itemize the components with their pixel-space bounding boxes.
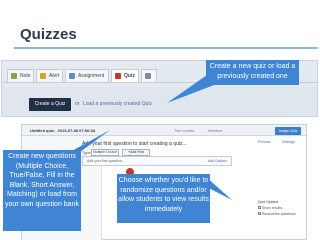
add-question-prompt: Add your first question to start creatin… bbox=[82, 141, 187, 147]
callout-settings: Choose whether you'd like to randomize q… bbox=[117, 174, 210, 223]
callout-create-load: Create a new quiz or load a previously c… bbox=[206, 60, 299, 85]
more-icon bbox=[145, 73, 151, 79]
tab-assignment-label: Assignment bbox=[78, 73, 105, 79]
assignment-icon bbox=[69, 73, 75, 79]
quiz-options-title: Quiz Options bbox=[258, 200, 279, 204]
quiz-settings-pane: Preview Settings Quiz Options Show resul… bbox=[252, 136, 307, 240]
tab-alert[interactable]: Alert bbox=[36, 69, 63, 83]
load-previous-quiz-link[interactable]: Load a previously created Quiz bbox=[83, 101, 152, 107]
assign-quiz-button[interactable]: Assign Quiz bbox=[275, 127, 301, 135]
settings-link[interactable]: Settings bbox=[282, 140, 295, 144]
question-entry-row[interactable]: Add your first question... Add Options bbox=[82, 156, 232, 166]
tab-quiz[interactable]: Quiz bbox=[111, 69, 139, 83]
quiz-editor-toolbar: Untitled quiz - 2013-07-08 07:00:34 Two … bbox=[22, 125, 306, 136]
randomize-questions-checkbox[interactable] bbox=[258, 212, 261, 215]
note-icon bbox=[11, 73, 17, 79]
tab-more[interactable] bbox=[141, 69, 157, 83]
quiz-title[interactable]: Untitled quiz - 2013-07-08 07:00:34 bbox=[30, 128, 95, 133]
quiz-icon bbox=[115, 73, 121, 79]
question-type-select[interactable]: Multiple Choice bbox=[91, 149, 119, 156]
preview-link[interactable]: Preview bbox=[258, 140, 270, 144]
question-type-label: Type bbox=[82, 150, 91, 155]
tab-note-label: Note bbox=[20, 73, 31, 79]
tab-alert-label: Alert bbox=[49, 73, 60, 79]
quiz-window: Window bbox=[208, 128, 223, 133]
tab-quiz-label: Quiz bbox=[124, 73, 135, 79]
callout-question-types: Create new questions (Multiple Choice, T… bbox=[3, 150, 81, 231]
create-quiz-button[interactable]: Create a Quiz bbox=[29, 98, 71, 111]
show-results-checkbox[interactable] bbox=[258, 206, 261, 209]
title-divider bbox=[14, 47, 318, 49]
show-results-label: Show results bbox=[262, 206, 283, 210]
or-label: or bbox=[75, 101, 80, 107]
tab-assignment[interactable]: Assignment bbox=[65, 69, 109, 83]
question-entry-action[interactable]: Add Options bbox=[208, 159, 227, 163]
add-first-question-button[interactable]: +Add First Question bbox=[122, 149, 150, 159]
slide-title: Quizzes bbox=[20, 26, 77, 43]
randomize-questions-label: Randomize questions bbox=[262, 212, 296, 216]
quiz-status: Two Levels bbox=[174, 128, 195, 133]
question-entry-label: Add your first question... bbox=[87, 159, 125, 163]
tab-note[interactable]: Note bbox=[7, 69, 34, 83]
alert-icon bbox=[40, 73, 46, 79]
